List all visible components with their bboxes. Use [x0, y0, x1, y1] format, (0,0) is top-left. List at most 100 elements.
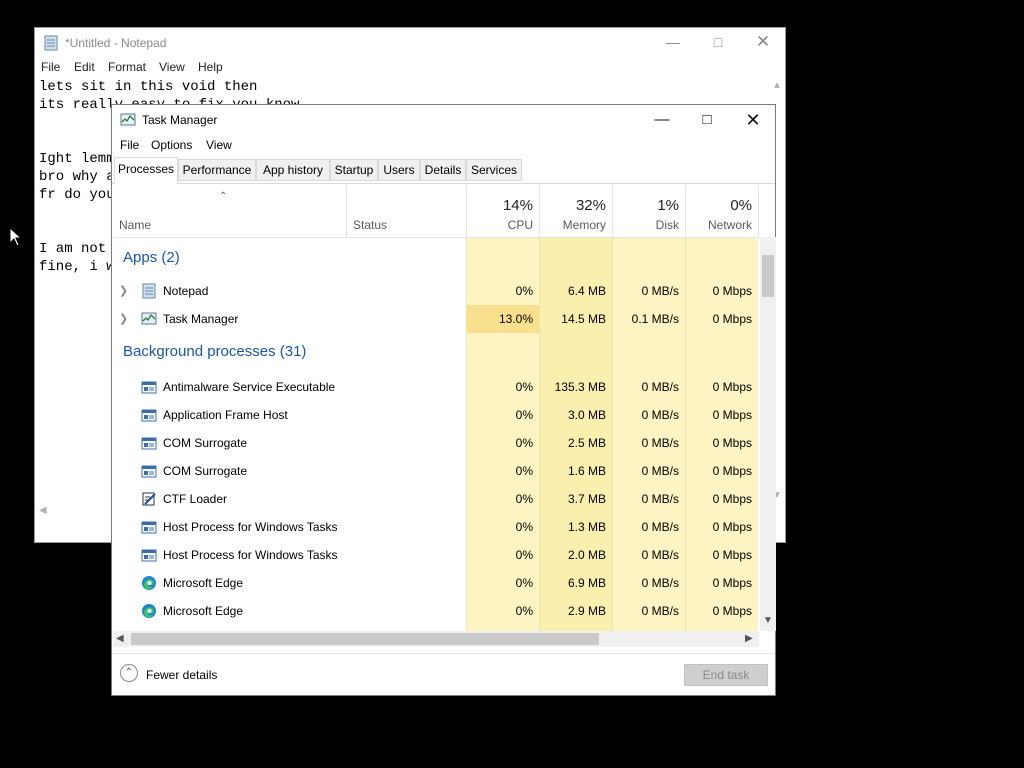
table-row[interactable]: ❯ Notepad 0% 6.4 MB 0 MB/s 0 Mbps — [113, 277, 759, 305]
memory-value: 6.9 MB — [567, 576, 606, 590]
cpu-value: 0% — [515, 436, 533, 450]
network-percent: 0% — [730, 197, 752, 214]
ctf-icon — [142, 492, 156, 506]
scroll-down-icon[interactable]: ▼ — [763, 615, 773, 626]
tab-services[interactable]: Services — [466, 159, 522, 181]
maximize-button[interactable]: □ — [695, 28, 741, 58]
minimize-button[interactable]: — — [650, 28, 696, 58]
service-icon — [141, 521, 157, 534]
status-column-header[interactable]: Status — [346, 185, 466, 237]
cpu-column-header[interactable]: 14% CPU — [466, 185, 539, 237]
tab-startup[interactable]: Startup — [330, 159, 378, 181]
network-value: 0 Mbps — [712, 284, 752, 298]
process-name: Host Process for Windows Tasks — [163, 520, 338, 534]
chevron-right-icon[interactable]: ❯ — [119, 277, 128, 305]
scroll-right-icon[interactable]: ▶ — [745, 633, 753, 644]
table-row[interactable]: CTF Loader 0% 3.7 MB 0 MB/s 0 Mbps — [113, 485, 759, 513]
cpu-value: 0% — [515, 548, 533, 562]
tab-performance[interactable]: Performance — [178, 159, 256, 181]
memory-value: 1.6 MB — [567, 464, 606, 478]
cpu-value: 0% — [515, 408, 533, 422]
process-name: COM Surrogate — [163, 436, 248, 450]
memory-value: 14.5 MB — [561, 312, 606, 326]
menu-format[interactable]: Format — [108, 60, 146, 74]
vertical-scrollbar[interactable]: ▼ — [760, 237, 776, 631]
group-label: Background processes (31) — [123, 343, 307, 360]
column-header: ⌃ Name Status 14% CPU 32% Memory 1% Disk… — [113, 185, 759, 238]
cpu-value: 0% — [515, 520, 533, 534]
network-value: 0 Mbps — [712, 492, 752, 506]
disk-column-header[interactable]: 1% Disk — [612, 185, 685, 237]
table-row[interactable]: Host Process for Windows Tasks 0% 1.3 MB 0 … — [113, 513, 759, 541]
disk-value: 0 MB/s — [641, 576, 679, 590]
notepad-titlebar[interactable]: *Untitled - Notepad — □ ✕ — [35, 28, 785, 58]
memory-value: 2.5 MB — [567, 436, 606, 450]
memory-column-header[interactable]: 32% Memory — [539, 185, 612, 237]
memory-percent: 32% — [575, 197, 606, 214]
scroll-up-icon[interactable]: ▲ — [772, 80, 782, 91]
cpu-value: 0% — [515, 284, 533, 298]
network-header-label: Network — [707, 218, 752, 232]
menu-view[interactable]: View — [159, 60, 185, 74]
menu-view[interactable]: View — [206, 138, 232, 152]
process-name: Host Process for Windows Tasks — [163, 548, 338, 562]
menu-edit[interactable]: Edit — [74, 60, 95, 74]
table-row[interactable]: Microsoft Edge 0% 6.9 MB 0 MB/s 0 Mbps — [113, 569, 759, 597]
menu-help[interactable]: Help — [198, 60, 223, 74]
taskmanager-titlebar[interactable]: Task Manager — □ ✕ — [112, 105, 775, 135]
scrollbar-thumb[interactable] — [131, 633, 599, 645]
status-header-label: Status — [353, 218, 388, 232]
disk-value: 0 MB/s — [641, 604, 679, 618]
cpu-value: 0% — [515, 464, 533, 478]
network-column-header[interactable]: 0% Network — [685, 185, 758, 237]
footer-bar: ⌃ Fewer details End task — [112, 653, 775, 698]
close-button[interactable]: ✕ — [740, 28, 786, 58]
table-row[interactable]: Antimalware Service Executable 0% 135.3 MB… — [113, 373, 759, 401]
edge-icon — [142, 576, 156, 590]
disk-value: 0 MB/s — [641, 436, 679, 450]
disk-value: 0 MB/s — [641, 548, 679, 562]
power-column-header[interactable]: P — [758, 185, 759, 237]
tab-processes[interactable]: Processes — [114, 157, 178, 184]
group-label: Apps (2) — [123, 249, 180, 266]
menu-options[interactable]: Options — [151, 138, 192, 152]
table-row[interactable]: COM Surrogate 0% 2.5 MB 0 MB/s 0 Mbps — [113, 429, 759, 457]
tab-app-history[interactable]: App history — [256, 159, 330, 181]
horizontal-scrollbar[interactable]: ◀ ▶ — [113, 631, 759, 647]
menu-file[interactable]: File — [41, 60, 60, 74]
process-name: CTF Loader — [163, 492, 228, 506]
scrollbar-thumb[interactable] — [762, 255, 774, 297]
table-row[interactable]: Application Frame Host 0% 3.0 MB 0 MB/s 0 Mb… — [113, 401, 759, 429]
process-name: Application Frame Host — [163, 408, 288, 422]
table-row[interactable]: ❯ Task Manager 13.0% 14.5 MB 0.1 MB/s 0 … — [113, 305, 759, 333]
close-button[interactable]: ✕ — [730, 105, 776, 135]
chevron-right-icon[interactable]: ❯ — [119, 305, 128, 333]
table-row[interactable]: Microsoft Edge 0% 2.9 MB 0 MB/s 0 Mbps — [113, 597, 759, 625]
cpu-percent: 14% — [502, 197, 533, 214]
scroll-left-icon[interactable]: ◀ — [116, 633, 124, 644]
network-value: 0 Mbps — [712, 604, 752, 618]
maximize-button[interactable]: □ — [684, 105, 730, 135]
scroll-left-icon[interactable]: ◀ — [39, 505, 47, 516]
end-task-button[interactable]: End task — [684, 664, 768, 686]
minimize-button[interactable]: — — [639, 105, 685, 135]
memory-value: 3.0 MB — [567, 408, 606, 422]
sort-ascending-icon: ⌃ — [219, 191, 228, 202]
tab-strip: Processes Performance App history Startu… — [112, 157, 775, 184]
cpu-value: 0% — [515, 576, 533, 590]
group-header-apps[interactable]: Apps (2) — [113, 245, 759, 273]
taskmanager-window[interactable]: Task Manager — □ ✕ File Options View Pro… — [111, 104, 776, 696]
network-value: 0 Mbps — [712, 380, 752, 394]
memory-value: 1.3 MB — [567, 520, 606, 534]
notepad-title: *Untitled - Notepad — [65, 36, 167, 50]
table-row[interactable]: COM Surrogate 0% 1.6 MB 0 MB/s 0 Mbps — [113, 457, 759, 485]
name-column-header[interactable]: ⌃ Name — [113, 185, 346, 237]
notepad-menubar: File Edit Format View Help — [35, 58, 785, 78]
tab-users[interactable]: Users — [378, 159, 420, 181]
chevron-up-circle-icon[interactable]: ⌃ — [120, 664, 138, 682]
menu-file[interactable]: File — [120, 138, 139, 152]
table-row[interactable]: Host Process for Windows Tasks 0% 2.0 MB 0 … — [113, 541, 759, 569]
fewer-details-button[interactable]: Fewer details — [146, 668, 217, 682]
group-header-background[interactable]: Background processes (31) — [113, 339, 759, 367]
tab-details[interactable]: Details — [420, 159, 466, 181]
